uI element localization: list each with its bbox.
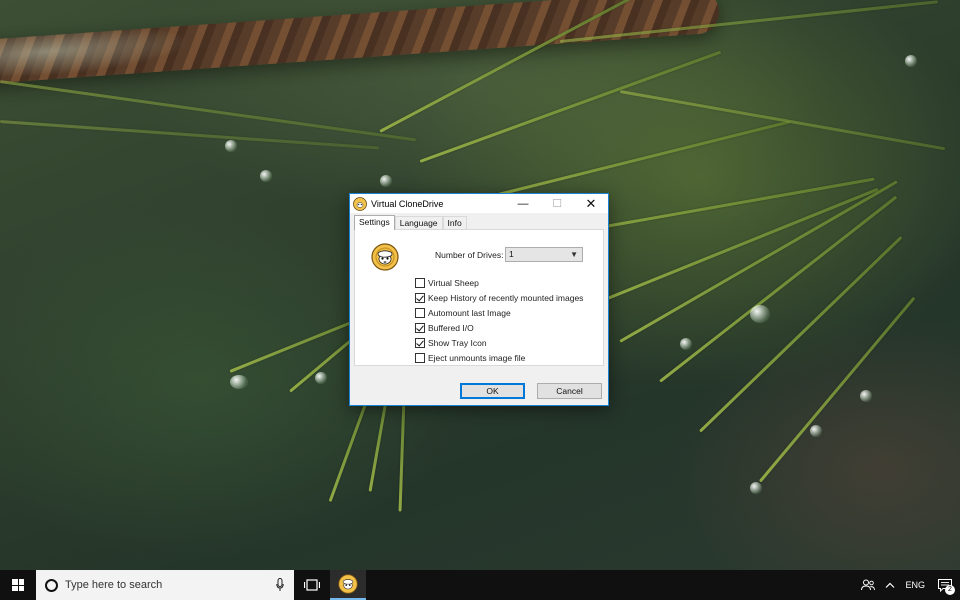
- ok-button[interactable]: OK: [460, 383, 525, 399]
- automount-checkbox[interactable]: [415, 308, 425, 318]
- taskbar-app-virtual-clonedrive[interactable]: [330, 570, 366, 600]
- number-of-drives-value: 1: [509, 249, 514, 259]
- buffered-io-option[interactable]: Buffered I/O: [415, 322, 474, 334]
- action-center-button[interactable]: 2: [930, 570, 960, 600]
- maximize-button[interactable]: ☐: [540, 194, 574, 213]
- settings-panel: Number of Drives: 1 ▼ Virtual Sheep Keep…: [354, 229, 604, 366]
- microphone-icon[interactable]: [276, 578, 284, 592]
- number-of-drives-label: Number of Drives:: [435, 250, 504, 260]
- tab-strip: Settings Language Info: [354, 215, 467, 230]
- sheep-app-icon: [338, 574, 358, 594]
- sheep-app-icon: [353, 196, 367, 211]
- keep-history-option[interactable]: Keep History of recently mounted images: [415, 292, 583, 304]
- taskbar: Type here to search ENG 2: [0, 570, 960, 600]
- windows-start-icon: [12, 579, 24, 591]
- eject-unmounts-checkbox[interactable]: [415, 353, 425, 363]
- show-tray-icon-option[interactable]: Show Tray Icon: [415, 337, 487, 349]
- virtual-sheep-checkbox[interactable]: [415, 278, 425, 288]
- eject-unmounts-option[interactable]: Eject unmounts image file: [415, 352, 525, 364]
- title-bar[interactable]: Virtual CloneDrive — ☐ ✕: [350, 194, 608, 213]
- automount-option[interactable]: Automount last Image: [415, 307, 511, 319]
- people-button[interactable]: [856, 570, 880, 600]
- people-icon: [861, 579, 876, 591]
- virtual-clonedrive-window: Virtual CloneDrive — ☐ ✕ Settings Langua…: [349, 193, 609, 406]
- system-tray: ENG 2: [856, 570, 960, 600]
- show-tray-icon-checkbox[interactable]: [415, 338, 425, 348]
- show-hidden-icons-button[interactable]: [880, 570, 900, 600]
- close-button[interactable]: ✕: [574, 194, 608, 213]
- minimize-button[interactable]: —: [506, 194, 540, 213]
- tab-settings[interactable]: Settings: [354, 215, 395, 230]
- sheep-logo-icon: [371, 243, 399, 271]
- wallpaper-branch: [0, 0, 721, 86]
- search-box[interactable]: Type here to search: [36, 570, 294, 600]
- search-placeholder: Type here to search: [65, 579, 163, 591]
- buffered-io-checkbox[interactable]: [415, 323, 425, 333]
- tab-info[interactable]: Info: [442, 216, 467, 229]
- keep-history-checkbox[interactable]: [415, 293, 425, 303]
- tab-language[interactable]: Language: [394, 216, 443, 229]
- notification-count-badge: 2: [945, 585, 955, 595]
- window-title: Virtual CloneDrive: [371, 198, 444, 209]
- cancel-button[interactable]: Cancel: [537, 383, 602, 399]
- task-view-icon: [304, 579, 320, 591]
- virtual-sheep-option[interactable]: Virtual Sheep: [415, 277, 479, 289]
- task-view-button[interactable]: [294, 570, 330, 600]
- start-button[interactable]: [0, 570, 36, 600]
- cortana-icon[interactable]: [45, 578, 58, 592]
- chevron-up-icon: [886, 582, 895, 588]
- input-language[interactable]: ENG: [900, 570, 930, 600]
- number-of-drives-select[interactable]: 1 ▼: [505, 247, 583, 262]
- chevron-down-icon: ▼: [570, 250, 578, 259]
